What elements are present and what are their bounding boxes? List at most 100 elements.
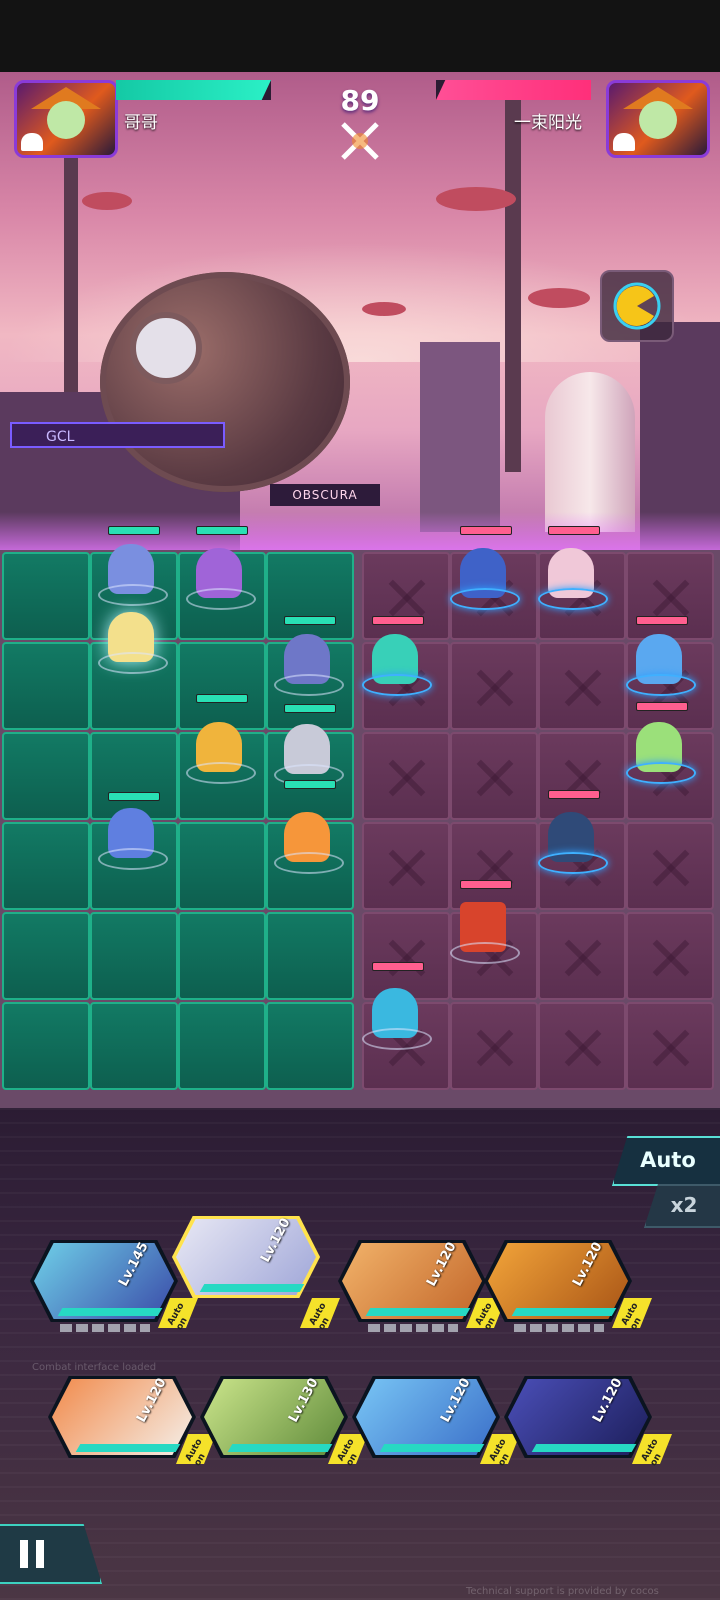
enemy-unit[interactable]: [360, 976, 432, 1050]
hero-energy-bar: [379, 1444, 485, 1452]
ally-tile[interactable]: [90, 912, 178, 1000]
unit-hp-bar: [548, 526, 600, 535]
control-panel: Combat interface loaded Technical suppor…: [0, 1108, 720, 1600]
hero-skill-pips: [60, 1324, 150, 1332]
mushroom-tree: [528, 288, 590, 308]
enemy-tile: [538, 1002, 626, 1090]
hero-skill-card[interactable]: Lv.130 Auto on: [200, 1376, 368, 1472]
left-player-avatar[interactable]: [14, 80, 118, 158]
sphere-window: [130, 312, 202, 384]
tower-pole: [505, 82, 521, 472]
ally-tile[interactable]: [2, 912, 90, 1000]
auto-battle-button[interactable]: Auto: [612, 1136, 720, 1186]
enemy-unit[interactable]: [448, 890, 520, 964]
right-player-avatar[interactable]: [606, 80, 710, 158]
enemy-tile: [538, 642, 626, 730]
enemy-tile: [450, 732, 538, 820]
ally-tile[interactable]: [178, 822, 266, 910]
hero-energy-bar: [531, 1444, 637, 1452]
mushroom-tree: [82, 192, 132, 210]
hero-skill-pips: [368, 1324, 458, 1332]
battle-grid: [0, 526, 720, 1108]
unit-hp-bar: [284, 780, 336, 789]
unit-hp-bar: [460, 880, 512, 889]
ghost-icon: [613, 133, 635, 151]
hero-skill-card[interactable]: Lv.120 Auto on: [504, 1376, 672, 1472]
obscura-sign: OBSCURA: [270, 484, 380, 506]
sphere-building: [100, 272, 350, 492]
enemy-tile: [450, 1002, 538, 1090]
dome-building: [545, 372, 635, 532]
avatar-face: [47, 101, 85, 139]
hero-energy-bar: [57, 1308, 163, 1316]
avatar-face: [639, 101, 677, 139]
pause-icon: [20, 1540, 28, 1568]
unit-hp-bar: [196, 526, 248, 535]
ally-tile[interactable]: [2, 732, 90, 820]
hero-skill-pips: [514, 1324, 604, 1332]
enemy-tile: [626, 822, 714, 910]
enemy-tile: [362, 822, 450, 910]
enemy-unit[interactable]: [624, 622, 696, 696]
hero-skill-card[interactable]: Lv.120 Auto on: [484, 1240, 652, 1336]
enemy-tile: [538, 912, 626, 1000]
ally-unit[interactable]: [96, 532, 168, 606]
enemy-tile: [626, 1002, 714, 1090]
status-bar: [0, 0, 720, 72]
unit-hp-bar: [372, 962, 424, 971]
enemy-unit[interactable]: [536, 536, 608, 610]
right-team-hp-bar: [436, 80, 591, 100]
unit-hp-bar: [548, 790, 600, 799]
ally-unit[interactable]: [96, 796, 168, 870]
ally-unit[interactable]: [184, 536, 256, 610]
left-player-name: 哥哥: [124, 113, 158, 133]
ally-tile[interactable]: [2, 1002, 90, 1090]
panel-scanlines: [0, 1108, 720, 1600]
hero-energy-bar: [199, 1284, 305, 1292]
battle-timer: 89: [340, 84, 380, 117]
ally-unit[interactable]: [272, 800, 344, 874]
gcl-sign: GCL: [10, 422, 225, 448]
mushroom-tree: [436, 187, 516, 211]
hero-skill-card[interactable]: Lv.120 Auto on: [338, 1240, 506, 1336]
hero-skill-card-selected[interactable]: Lv.120 Auto on: [172, 1216, 340, 1332]
combat-log-line: Combat interface loaded: [32, 1362, 157, 1373]
ally-unit[interactable]: [96, 600, 168, 674]
enemy-unit[interactable]: [624, 710, 696, 784]
enemy-tile: [362, 732, 450, 820]
ally-tile[interactable]: [2, 552, 90, 640]
ally-tile[interactable]: [178, 912, 266, 1000]
combat-log-line: Technical support is provided by cocos: [466, 1586, 659, 1597]
ally-tile[interactable]: [266, 1002, 354, 1090]
hero-energy-bar: [75, 1444, 181, 1452]
ally-unit[interactable]: [184, 710, 256, 784]
enemy-unit[interactable]: [536, 800, 608, 874]
hero-skill-card[interactable]: Lv.145 Auto on: [30, 1240, 198, 1336]
hero-energy-bar: [365, 1308, 471, 1316]
ally-tile[interactable]: [90, 1002, 178, 1090]
hero-energy-bar: [511, 1308, 617, 1316]
pause-icon: [36, 1540, 44, 1568]
enemy-tile: [450, 642, 538, 730]
hero-skill-card[interactable]: Lv.120 Auto on: [352, 1376, 520, 1472]
ally-tile[interactable]: [178, 1002, 266, 1090]
hero-energy-bar: [227, 1444, 333, 1452]
pacman-icon: [613, 282, 661, 330]
ally-tile[interactable]: [2, 822, 90, 910]
mushroom-tree: [362, 302, 406, 316]
unit-hp-bar: [460, 526, 512, 535]
unit-hp-bar: [196, 694, 248, 703]
ally-unit[interactable]: [272, 622, 344, 696]
ally-unit[interactable]: [272, 712, 344, 786]
enemy-unit[interactable]: [448, 536, 520, 610]
ally-tile[interactable]: [266, 912, 354, 1000]
hero-skill-card[interactable]: Lv.120 Auto on: [48, 1376, 216, 1472]
right-player-name: 一束阳光: [514, 113, 582, 133]
enemy-tile: [626, 912, 714, 1000]
crossed-swords-icon: [341, 122, 379, 160]
enemy-unit[interactable]: [360, 622, 432, 696]
ghost-icon: [21, 133, 43, 151]
ally-tile[interactable]: [2, 642, 90, 730]
pacman-event-button[interactable]: [600, 270, 674, 342]
building: [420, 342, 500, 532]
